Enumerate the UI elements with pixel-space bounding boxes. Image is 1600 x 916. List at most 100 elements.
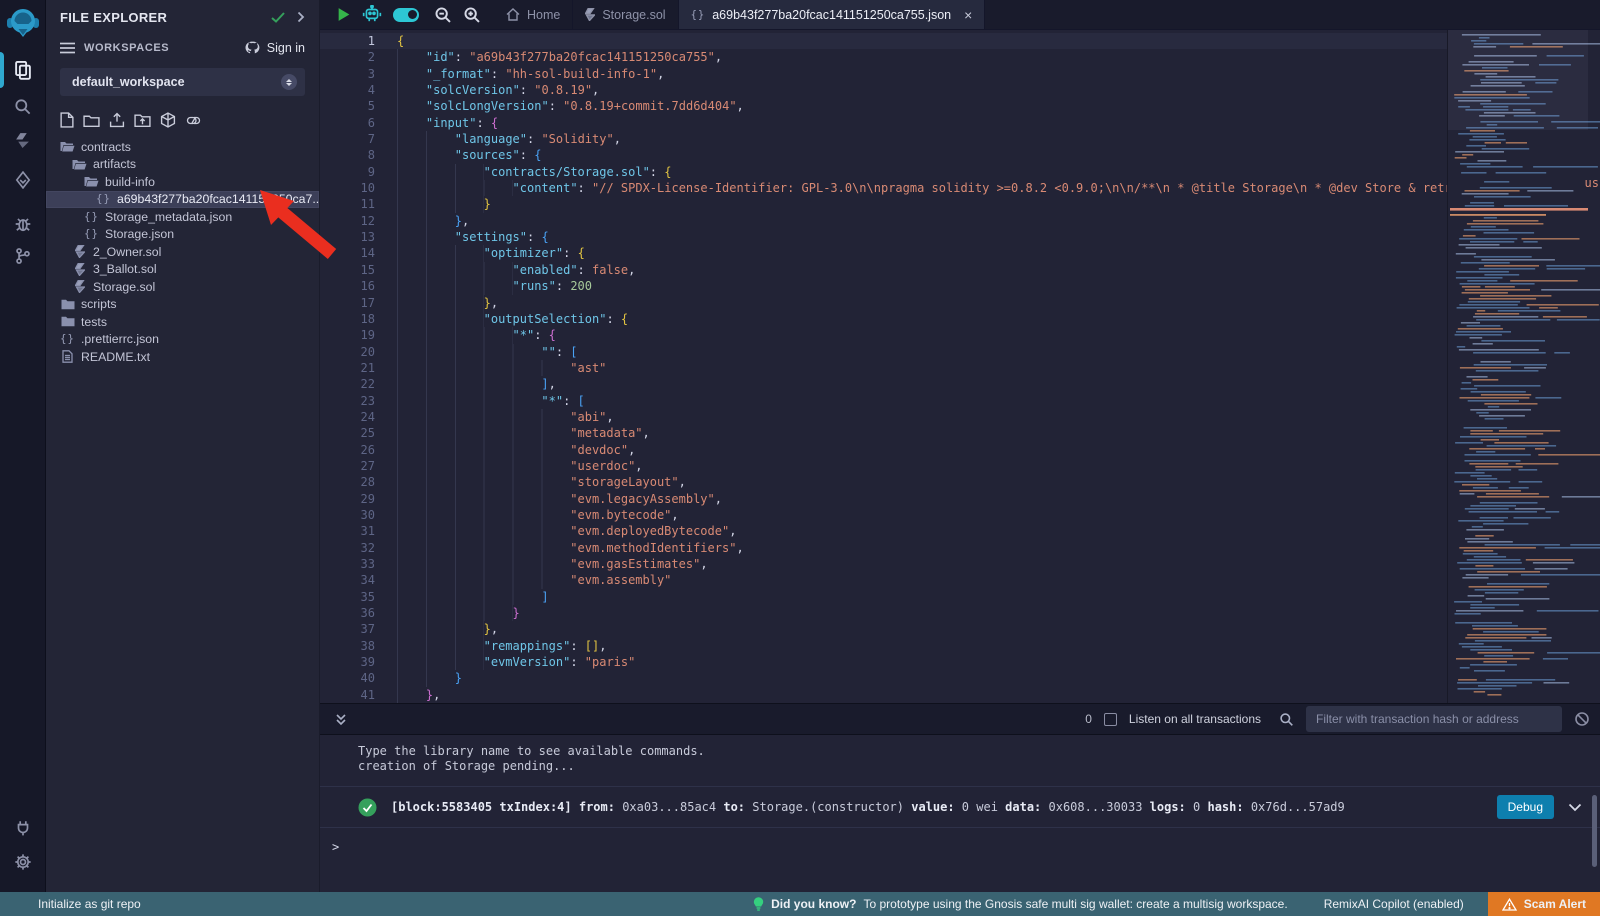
text-file-icon (62, 350, 73, 363)
json-icon: {} (96, 193, 111, 205)
line-number: 30 (320, 507, 397, 523)
remix-logo-icon[interactable] (6, 6, 40, 40)
line-number: 3 (320, 66, 397, 82)
copilot-toggle[interactable] (393, 8, 419, 22)
tree-item-label: Storage.json (105, 227, 174, 241)
code-line: 24"abi", (320, 409, 1600, 425)
terminal-expand-icon[interactable] (335, 713, 347, 726)
line-number: 25 (320, 425, 397, 441)
sign-in-button[interactable]: Sign in (244, 41, 305, 56)
sidebar-item-debugger[interactable] (0, 210, 46, 238)
editor-tab[interactable]: Home (494, 0, 573, 29)
sidebar-item-search[interactable] (0, 92, 46, 120)
line-number: 29 (320, 491, 397, 507)
run-script-icon[interactable] (337, 7, 351, 22)
tree-item[interactable]: tests (46, 313, 319, 331)
folder-open-icon (60, 141, 75, 152)
line-number: 1 (320, 33, 397, 49)
code-line: 10"content": "// SPDX-License-Identifier… (320, 180, 1600, 196)
line-number: 20 (320, 344, 397, 360)
zoom-in-icon[interactable] (463, 6, 481, 24)
line-number: 6 (320, 115, 397, 131)
new-file-icon[interactable] (60, 112, 74, 128)
workspace-select[interactable]: default_workspace (60, 68, 305, 96)
line-number: 40 (320, 670, 397, 686)
expand-transaction-icon[interactable] (1568, 803, 1582, 812)
code-line: 28"storageLayout", (320, 474, 1600, 490)
ai-assistant-icon[interactable] (362, 5, 382, 24)
line-number: 21 (320, 360, 397, 376)
code-line: 26"devdoc", (320, 442, 1600, 458)
tree-item[interactable]: 3_Ballot.sol (46, 261, 319, 279)
tab-label: Home (527, 8, 560, 22)
tree-item[interactable]: {}Storage_metadata.json (46, 208, 319, 226)
tree-item-label: 3_Ballot.sol (93, 262, 157, 276)
git-init-button[interactable]: Initialize as git repo (0, 897, 141, 911)
minimap[interactable]: us (1447, 30, 1600, 703)
tree-item[interactable]: Storage.sol (46, 278, 319, 296)
workspaces-menu-icon[interactable] (60, 42, 75, 54)
sidebar-item-solidity-compiler[interactable] (0, 126, 46, 154)
copilot-status[interactable]: RemixAI Copilot (enabled) (1324, 897, 1464, 911)
code-line: 4"solcVersion": "0.8.19", (320, 82, 1600, 98)
line-number: 15 (320, 262, 397, 278)
code-line: 25"metadata", (320, 425, 1600, 441)
listen-checkbox[interactable] (1104, 713, 1117, 726)
sidebar-item-git[interactable] (0, 242, 46, 270)
json-icon: {} (84, 228, 99, 240)
collapse-chevron-icon[interactable] (297, 11, 305, 23)
solidity-file-icon (585, 8, 595, 21)
line-number: 22 (320, 376, 397, 392)
line-number: 31 (320, 523, 397, 539)
clear-filter-icon[interactable] (1574, 711, 1590, 727)
debug-button[interactable]: Debug (1497, 795, 1554, 819)
tree-item[interactable]: {}.prettierrc.json (46, 331, 319, 349)
line-number: 24 (320, 409, 397, 425)
link-icon[interactable] (185, 113, 202, 128)
upload-file-icon[interactable] (109, 112, 125, 128)
scam-alert-button[interactable]: Scam Alert (1488, 892, 1600, 916)
terminal-prompt[interactable]: > (332, 840, 1600, 854)
sidebar-item-file-explorer[interactable] (0, 56, 46, 84)
tree-item-label: 2_Owner.sol (93, 245, 161, 259)
gear-icon (14, 853, 32, 871)
sidebar-item-settings[interactable] (0, 848, 46, 876)
zoom-out-icon[interactable] (434, 6, 452, 24)
editor-tab[interactable]: Storage.sol (573, 0, 678, 29)
terminal-toolbar: 0 Listen on all transactions (320, 703, 1600, 735)
tree-item[interactable]: scripts (46, 296, 319, 314)
new-folder-icon[interactable] (83, 113, 100, 128)
tree-item-label: artifacts (93, 157, 136, 171)
solidity-compiler-icon (14, 132, 31, 149)
json-icon: {} (60, 333, 75, 345)
line-number: 39 (320, 654, 397, 670)
code-line: 7"language": "Solidity", (320, 131, 1600, 147)
editor-tab[interactable]: {}a69b43f277ba20fcac141151250ca755.json× (679, 0, 986, 29)
sidebar-item-plugin-manager[interactable] (0, 814, 46, 842)
ipfs-cube-icon[interactable] (160, 112, 176, 128)
tree-item[interactable]: artifacts (46, 156, 319, 174)
lightbulb-icon (753, 897, 764, 912)
terminal-output[interactable]: Type the library name to see available c… (320, 735, 1600, 892)
code-line: 36} (320, 605, 1600, 621)
code-editor[interactable]: 1{2"id": "a69b43f277ba20fcac141151250ca7… (320, 30, 1600, 703)
transaction-filter-input[interactable] (1306, 706, 1562, 732)
tree-item[interactable]: {}a69b43f277ba20fcac141151250ca7... (46, 191, 319, 209)
tree-item-label: Storage_metadata.json (105, 210, 232, 224)
code-line: 5"solcLongVersion": "0.8.19+commit.7dd6d… (320, 98, 1600, 114)
close-tab-icon[interactable]: × (964, 7, 972, 23)
sidebar-item-deploy-run[interactable] (0, 166, 46, 194)
tree-item[interactable]: contracts (46, 138, 319, 156)
line-number: 27 (320, 458, 397, 474)
transaction-row[interactable]: [block:5583405 txIndex:4] from: 0xa03...… (320, 786, 1600, 828)
tree-item[interactable]: README.txt (46, 348, 319, 366)
tree-item[interactable]: build-info (46, 173, 319, 191)
terminal-scrollbar[interactable] (1592, 795, 1597, 867)
tree-item[interactable]: 2_Owner.sol (46, 243, 319, 261)
code-line: 39"evmVersion": "paris" (320, 654, 1600, 670)
folder-icon (61, 316, 75, 327)
folder-icon (61, 299, 75, 310)
line-number: 4 (320, 82, 397, 98)
tree-item[interactable]: {} Storage.json (46, 226, 319, 244)
upload-folder-icon[interactable] (134, 113, 151, 128)
